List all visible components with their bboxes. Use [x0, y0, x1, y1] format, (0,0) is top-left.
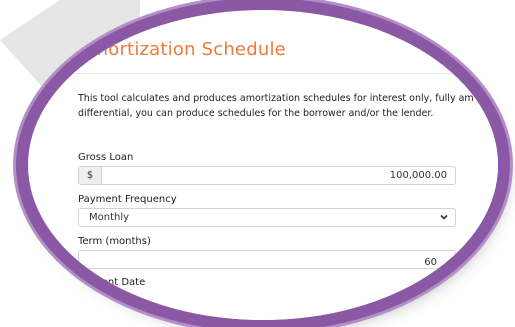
- payment-frequency-value: Monthly: [89, 212, 130, 223]
- gross-loan-value: 100,000.00: [389, 170, 447, 181]
- currency-prefix: $: [79, 167, 102, 184]
- description-line-2: differential, you can produce schedules …: [78, 108, 434, 119]
- payment-frequency-label: Payment Frequency: [78, 194, 177, 205]
- chevron-down-icon: [440, 214, 448, 220]
- divider: [76, 73, 498, 74]
- term-label: Term (months): [78, 236, 151, 247]
- gross-loan-input[interactable]: $ 100,000.00: [78, 166, 456, 185]
- page-title: Amortization Schedule: [78, 39, 286, 60]
- description: This tool calculates and produces amorti…: [78, 91, 498, 121]
- amortization-form-panel: Amortization Schedule This tool calculat…: [62, 25, 498, 320]
- payment-frequency-select[interactable]: Monthly: [78, 208, 456, 227]
- description-line-1: This tool calculates and produces amorti…: [78, 93, 474, 104]
- term-value: 60: [424, 257, 437, 268]
- first-payment-date-label: ment Date: [92, 277, 146, 288]
- magnifier-lens: Amortization Schedule This tool calculat…: [28, 10, 498, 320]
- gross-loan-label: Gross Loan: [78, 152, 134, 163]
- term-input[interactable]: 60: [78, 250, 456, 269]
